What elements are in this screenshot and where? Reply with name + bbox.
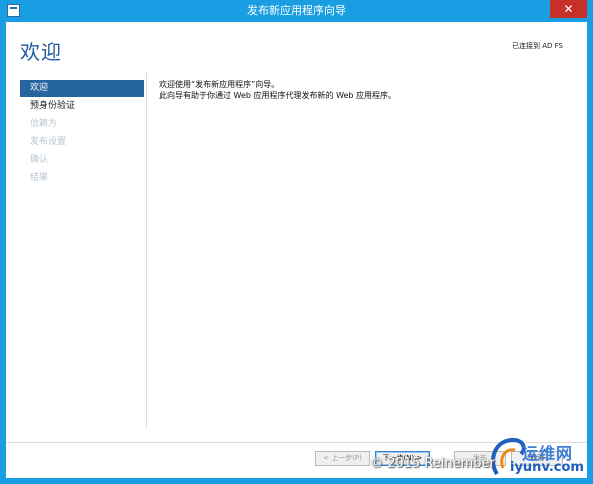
step-relying-party: 信赖方 <box>30 119 58 129</box>
step-confirmation: 确认 <box>30 155 49 165</box>
title-bar[interactable]: 发布新应用程序向导 ✕ <box>0 0 593 22</box>
step-publishing-settings: 发布设置 <box>30 137 67 147</box>
wizard-client-area: 欢迎 已连接到 AD FS 欢迎 预身份验证 信赖方 发布设置 确认 结果 欢迎… <box>6 22 587 478</box>
connection-status: 已连接到 AD FS <box>512 42 563 50</box>
nav-divider <box>146 72 147 428</box>
page-title: 欢迎 <box>20 40 62 64</box>
step-welcome[interactable]: 欢迎 <box>20 80 144 97</box>
welcome-content: 欢迎使用“发布新应用程序”向导。 此向导有助于你通过 Web 应用程序代理发布新… <box>159 79 396 101</box>
previous-button[interactable]: < 上一步(P) <box>315 451 370 466</box>
wizard-window: 发布新应用程序向导 ✕ 欢迎 已连接到 AD FS 欢迎 预身份验证 信赖方 发… <box>0 0 593 484</box>
watermark-copyright: © 2015 Reinember <box>370 456 495 471</box>
window-title: 发布新应用程序向导 <box>247 4 346 17</box>
step-preauthentication[interactable]: 预身份验证 <box>20 98 144 115</box>
step-results: 结果 <box>30 173 49 183</box>
close-button[interactable]: ✕ <box>550 0 587 18</box>
welcome-text-line-2: 此向导有助于你通过 Web 应用程序代理发布新的 Web 应用程序。 <box>159 91 397 100</box>
welcome-text-line-1: 欢迎使用“发布新应用程序”向导。 <box>159 80 280 89</box>
wizard-steps-nav: 欢迎 预身份验证 信赖方 发布设置 确认 结果 <box>20 80 144 188</box>
watermark-url: iyunv.com <box>510 460 584 475</box>
